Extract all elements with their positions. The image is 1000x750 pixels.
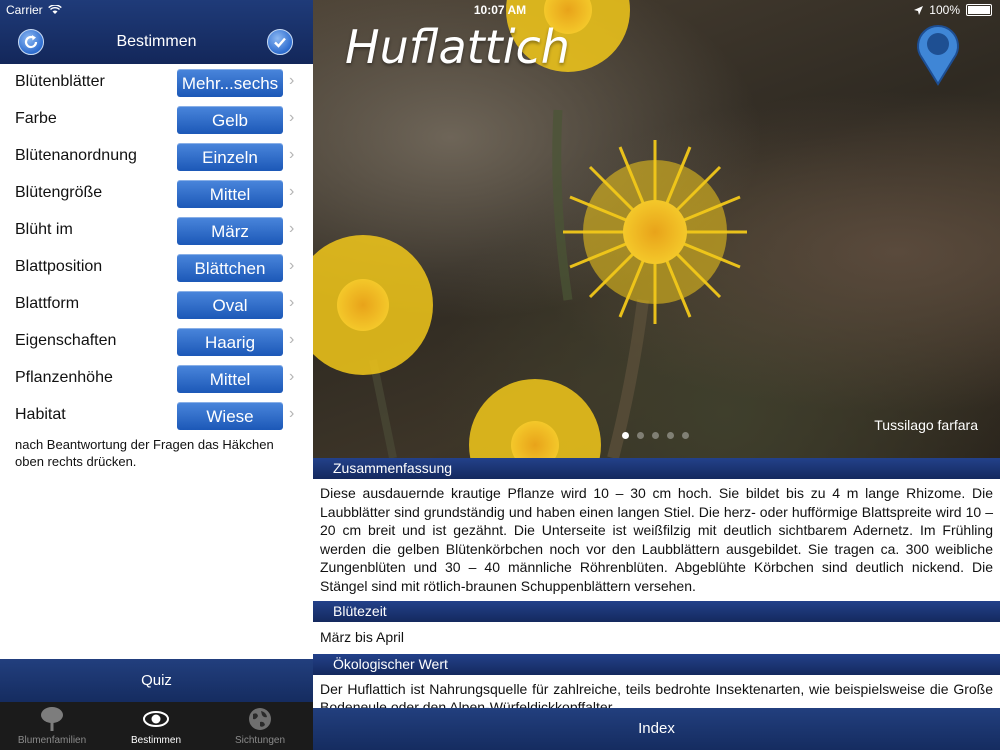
- criteria-value-button[interactable]: Gelb: [177, 106, 283, 134]
- page-dot[interactable]: [667, 432, 674, 439]
- section-text-ecological-value: Der Huflattich ist Nahrungsquelle für za…: [320, 680, 993, 709]
- tab-bestimmen[interactable]: Bestimmen: [104, 702, 208, 750]
- chevron-right-icon: ›: [289, 220, 295, 237]
- plant-photo-carousel[interactable]: Huflattich Tussilago farfara: [313, 0, 1000, 458]
- quiz-button[interactable]: Quiz: [0, 659, 313, 702]
- criteria-row-size[interactable]: Blütengröße Mittel ›: [0, 175, 313, 212]
- chevron-right-icon: ›: [289, 109, 295, 126]
- instruction-text: nach Beantwortung der Fragen das Häkchen…: [15, 437, 274, 469]
- criteria-value-button[interactable]: Einzeln: [177, 143, 283, 171]
- chevron-right-icon: ›: [289, 368, 295, 385]
- criteria-row-properties[interactable]: Eigenschaften Haarig ›: [0, 323, 313, 360]
- tab-label: Blumenfamilien: [17, 735, 87, 746]
- criteria-label: Farbe: [15, 110, 57, 127]
- battery-icon: [966, 4, 992, 16]
- section-heading-ecological-value: Ökologischer Wert: [313, 653, 1000, 675]
- chevron-right-icon: ›: [289, 72, 295, 89]
- criteria-row-bloom-month[interactable]: Blüht im März ›: [0, 212, 313, 249]
- criteria-value-button[interactable]: März: [177, 217, 283, 245]
- map-pin-icon[interactable]: [916, 24, 960, 86]
- criteria-label: Habitat: [15, 406, 66, 423]
- chevron-right-icon: ›: [289, 146, 295, 163]
- chevron-right-icon: ›: [289, 405, 295, 422]
- section-heading-bloom-time: Blütezeit: [313, 601, 1000, 622]
- battery-percent: 100%: [929, 3, 960, 17]
- status-right: 100%: [914, 3, 992, 17]
- criteria-value-button[interactable]: Wiese: [177, 402, 283, 430]
- criteria-label: Blattform: [15, 295, 80, 312]
- chevron-right-icon: ›: [289, 183, 295, 200]
- criteria-label: Blütengröße: [15, 184, 103, 201]
- tab-blumenfamilien[interactable]: Blumenfamilien: [0, 702, 104, 750]
- chevron-right-icon: ›: [289, 257, 295, 274]
- status-time: 10:07 AM: [473, 3, 527, 17]
- globe-icon: [246, 706, 274, 732]
- criteria-row-arrangement[interactable]: Blütenanordnung Einzeln ›: [0, 138, 313, 175]
- criteria-label: Pflanzenhöhe: [15, 369, 113, 386]
- section-heading-summary: Zusammenfassung: [313, 458, 1000, 479]
- tab-label: Sichtungen: [234, 735, 286, 746]
- criteria-value-button[interactable]: Mittel: [177, 180, 283, 208]
- criteria-row-leaf-position[interactable]: Blattposition Blättchen ›: [0, 249, 313, 286]
- criteria-value-button[interactable]: Haarig: [177, 328, 283, 356]
- criteria-label: Blattposition: [15, 258, 103, 275]
- criteria-label: Blütenblätter: [15, 73, 105, 90]
- status-bar: Carrier 10:07 AM 100%: [0, 0, 1000, 20]
- location-arrow-icon: [914, 5, 924, 15]
- page-dot[interactable]: [622, 432, 629, 439]
- section-text-summary: Diese ausdauernde krautige Pflanze wird …: [320, 485, 993, 594]
- page-dot[interactable]: [652, 432, 659, 439]
- plant-name: Huflattich: [345, 20, 570, 74]
- criteria-value-button[interactable]: Mehr...sechs: [177, 69, 283, 97]
- criteria-list: Blütenblätter Mehr...sechs › Farbe Gelb …: [0, 64, 313, 434]
- section-text-bloom-time: März bis April: [320, 629, 405, 645]
- plant-details[interactable]: Zusammenfassung Diese ausdauernde krauti…: [313, 458, 1000, 708]
- tab-bar: Blumenfamilien Bestimmen Sichtungen: [0, 702, 313, 750]
- chevron-right-icon: ›: [289, 331, 295, 348]
- criteria-row-leaf-shape[interactable]: Blattform Oval ›: [0, 286, 313, 323]
- criteria-value-button[interactable]: Mittel: [177, 365, 283, 393]
- criteria-label: Eigenschaften: [15, 332, 117, 349]
- criteria-label: Blüht im: [15, 221, 73, 238]
- tab-sichtungen[interactable]: Sichtungen: [208, 702, 312, 750]
- latin-name: Tussilago farfara: [874, 417, 978, 433]
- tree-icon: [38, 706, 66, 732]
- checkmark-icon: [274, 37, 286, 48]
- criteria-row-color[interactable]: Farbe Gelb ›: [0, 101, 313, 138]
- criteria-value-button[interactable]: Oval: [177, 291, 283, 319]
- criteria-value-button[interactable]: Blättchen: [177, 254, 283, 282]
- page-dot[interactable]: [682, 432, 689, 439]
- page-indicator[interactable]: [622, 432, 689, 439]
- criteria-label: Blütenanordnung: [15, 147, 137, 164]
- index-button[interactable]: Index: [313, 708, 1000, 750]
- tab-label: Bestimmen: [130, 735, 181, 746]
- eye-icon: [142, 706, 170, 732]
- confirm-button[interactable]: [267, 29, 293, 55]
- criteria-row-habitat[interactable]: Habitat Wiese ›: [0, 397, 313, 434]
- identify-panel: Bestimmen Blütenblätter Mehr...sechs › F…: [0, 0, 313, 750]
- chevron-right-icon: ›: [289, 294, 295, 311]
- page-dot[interactable]: [637, 432, 644, 439]
- criteria-row-height[interactable]: Pflanzenhöhe Mittel ›: [0, 360, 313, 397]
- criteria-row-petals[interactable]: Blütenblätter Mehr...sechs ›: [0, 64, 313, 101]
